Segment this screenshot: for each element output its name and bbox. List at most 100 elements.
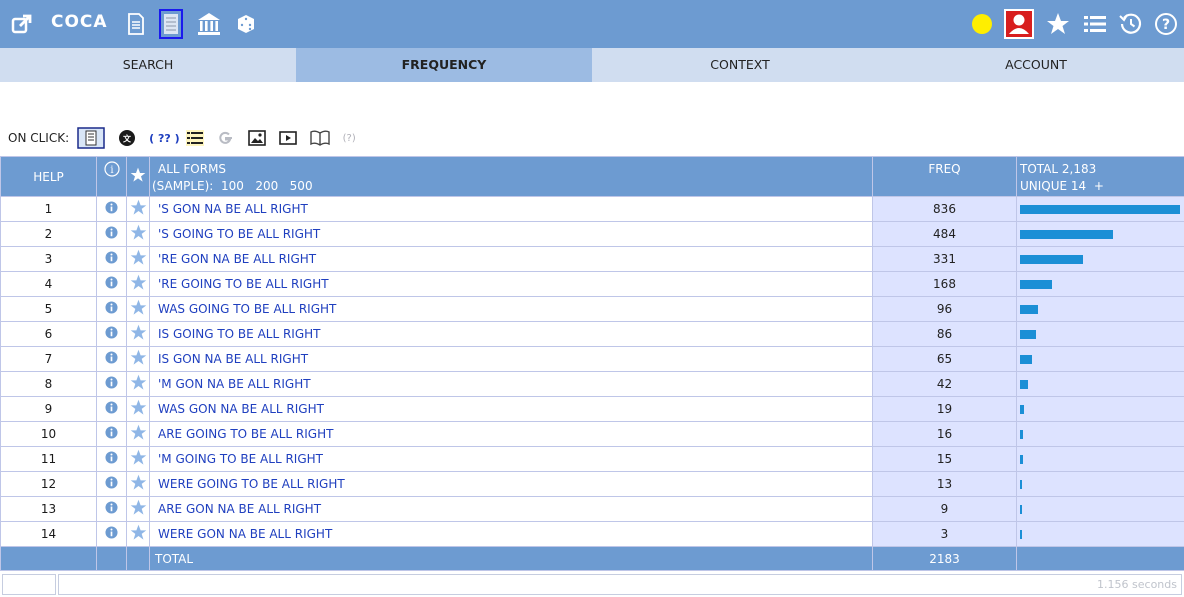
form-link[interactable]: IS GOING TO BE ALL RIGHT <box>149 321 873 347</box>
tab-account[interactable]: ACCOUNT <box>888 48 1184 82</box>
freq-value[interactable]: 9 <box>872 496 1017 522</box>
document-icon[interactable] <box>124 0 148 48</box>
dice-icon[interactable] <box>235 0 257 48</box>
freq-bar-cell <box>1016 246 1184 272</box>
row-star-cell[interactable] <box>126 371 150 397</box>
row-info-cell[interactable] <box>96 496 127 522</box>
freq-value[interactable]: 16 <box>872 421 1017 447</box>
row-info-cell[interactable] <box>96 296 127 322</box>
row-star-cell[interactable] <box>126 421 150 447</box>
form-link[interactable]: WERE GON NA BE ALL RIGHT <box>149 521 873 547</box>
freq-bar <box>1020 504 1022 514</box>
info-icon <box>105 501 118 514</box>
row-info-cell[interactable] <box>96 521 127 547</box>
sample-200-link[interactable]: 200 <box>255 179 278 193</box>
sample-500-link[interactable]: 500 <box>290 179 313 193</box>
row-star-cell[interactable] <box>126 296 150 322</box>
row-info-cell[interactable] <box>96 346 127 372</box>
info-header[interactable]: i <box>96 156 127 197</box>
form-link[interactable]: ARE GOING TO BE ALL RIGHT <box>149 421 873 447</box>
freq-value[interactable]: 484 <box>872 221 1017 247</box>
row-star-cell[interactable] <box>126 271 150 297</box>
tab-search[interactable]: SEARCH <box>0 48 296 82</box>
all-forms-label[interactable]: ALL FORMS <box>152 161 872 178</box>
app-title[interactable]: COCA <box>51 12 108 32</box>
freq-value[interactable]: 168 <box>872 271 1017 297</box>
row-info-cell[interactable] <box>96 271 127 297</box>
google-icon[interactable] <box>217 129 235 147</box>
form-link[interactable]: IS GON NA BE ALL RIGHT <box>149 346 873 372</box>
row-info-cell[interactable] <box>96 471 127 497</box>
row-star-cell[interactable] <box>126 246 150 272</box>
freq-value[interactable]: 15 <box>872 446 1017 472</box>
freq-header[interactable]: FREQ <box>872 156 1017 197</box>
table-row: 9 WAS GON NA BE ALL RIGHT 19 <box>0 396 1184 422</box>
help-header[interactable]: HELP <box>0 156 97 197</box>
freq-value[interactable]: 19 <box>872 396 1017 422</box>
row-info-cell[interactable] <box>96 421 127 447</box>
freq-value[interactable]: 65 <box>872 346 1017 372</box>
form-link[interactable]: 'RE GOING TO BE ALL RIGHT <box>149 271 873 297</box>
row-info-cell[interactable] <box>96 446 127 472</box>
row-star-cell[interactable] <box>126 446 150 472</box>
help-icon[interactable]: ? <box>1153 0 1179 48</box>
form-link[interactable]: WERE GOING TO BE ALL RIGHT <box>149 471 873 497</box>
sample-100-link[interactable]: 100 <box>221 179 244 193</box>
freq-value[interactable]: 96 <box>872 296 1017 322</box>
row-star-cell[interactable] <box>126 396 150 422</box>
form-link[interactable]: 'M GON NA BE ALL RIGHT <box>149 371 873 397</box>
row-info-cell[interactable] <box>96 371 127 397</box>
row-info-cell[interactable] <box>96 396 127 422</box>
freq-value[interactable]: 836 <box>872 196 1017 222</box>
notebook-icon[interactable] <box>158 0 184 48</box>
star-icon[interactable] <box>1044 0 1072 48</box>
row-star-cell[interactable] <box>126 496 150 522</box>
translate-option[interactable]: ( ?? ) <box>149 132 179 145</box>
row-info-cell[interactable] <box>96 196 127 222</box>
form-link[interactable]: WAS GON NA BE ALL RIGHT <box>149 396 873 422</box>
image-icon[interactable] <box>247 130 266 146</box>
row-star-cell[interactable] <box>126 346 150 372</box>
freq-value[interactable]: 42 <box>872 371 1017 397</box>
bank-icon[interactable] <box>195 0 223 48</box>
freq-header-label: FREQ <box>928 162 961 176</box>
row-star-cell[interactable] <box>126 221 150 247</box>
freq-value[interactable]: 331 <box>872 246 1017 272</box>
row-info-cell[interactable] <box>96 221 127 247</box>
list-icon[interactable] <box>1082 0 1108 48</box>
tab-context[interactable]: CONTEXT <box>592 48 888 82</box>
list-option-icon[interactable] <box>185 130 204 146</box>
freq-bar <box>1020 279 1052 289</box>
freq-bar <box>1020 429 1023 439</box>
table-row: 7 IS GON NA BE ALL RIGHT 65 <box>0 346 1184 372</box>
history-icon[interactable] <box>1118 0 1144 48</box>
freq-value[interactable]: 86 <box>872 321 1017 347</box>
freq-bar-cell <box>1016 471 1184 497</box>
translate-icon[interactable]: 文 <box>118 129 136 147</box>
form-link[interactable]: ARE GON NA BE ALL RIGHT <box>149 496 873 522</box>
row-star-cell[interactable] <box>126 521 150 547</box>
total-value: 2183 <box>872 546 1017 571</box>
form-link[interactable]: 'M GOING TO BE ALL RIGHT <box>149 446 873 472</box>
user-icon[interactable] <box>1003 0 1035 48</box>
freq-value[interactable]: 13 <box>872 471 1017 497</box>
row-star-cell[interactable] <box>126 321 150 347</box>
help-option[interactable]: (?) <box>343 133 356 144</box>
form-link[interactable]: WAS GOING TO BE ALL RIGHT <box>149 296 873 322</box>
form-link[interactable]: 'S GOING TO BE ALL RIGHT <box>149 221 873 247</box>
favorite-star-icon <box>130 424 146 440</box>
row-info-cell[interactable] <box>96 321 127 347</box>
video-icon[interactable] <box>278 130 297 146</box>
context-document-icon[interactable] <box>77 127 105 149</box>
book-icon[interactable] <box>309 130 330 146</box>
external-link-icon[interactable] <box>8 0 36 48</box>
row-star-cell[interactable] <box>126 471 150 497</box>
row-info-cell[interactable] <box>96 246 127 272</box>
row-star-cell[interactable] <box>126 196 150 222</box>
expand-plus[interactable]: + <box>1094 179 1104 193</box>
freq-value[interactable]: 3 <box>872 521 1017 547</box>
form-link[interactable]: 'S GON NA BE ALL RIGHT <box>149 196 873 222</box>
form-link[interactable]: 'RE GON NA BE ALL RIGHT <box>149 246 873 272</box>
tab-frequency[interactable]: FREQUENCY <box>296 48 592 82</box>
star-header[interactable] <box>126 156 150 197</box>
